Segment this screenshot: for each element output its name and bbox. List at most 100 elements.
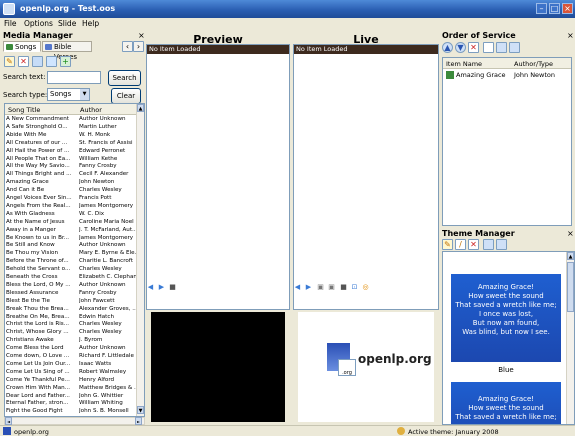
song-row[interactable]: All Creatures of our ... St. Francis of A… bbox=[5, 140, 138, 147]
order-of-service-close-icon[interactable]: × bbox=[567, 31, 574, 40]
live-theme-icon[interactable]: ▣ bbox=[327, 283, 336, 292]
song-row[interactable]: Abide With Me W. H. Monk bbox=[5, 132, 138, 139]
song-row[interactable]: Be Known to us in Br... James Montgomery bbox=[5, 235, 138, 242]
preview-go-live-icon[interactable]: ■ bbox=[168, 283, 177, 292]
song-row[interactable]: All the Way My Savio... Fanny Crosby bbox=[5, 163, 138, 170]
move-down-icon[interactable]: ▼ bbox=[455, 42, 466, 53]
song-row[interactable]: A New Commandment Author Unknown bbox=[5, 116, 138, 123]
save-service-icon[interactable] bbox=[509, 42, 520, 53]
song-row[interactable]: Behold the Servant o... Charles Wesley bbox=[5, 266, 138, 273]
order-of-service-list[interactable]: Item Name Author/Type Amazing Grace John… bbox=[442, 57, 572, 226]
song-row[interactable]: Amazing Grace John Newton bbox=[5, 179, 138, 186]
song-row[interactable]: All People That on Ea... William Kethe bbox=[5, 156, 138, 163]
service-item-author[interactable]: John Newton bbox=[514, 71, 555, 79]
tab-scroll-left-icon[interactable]: ‹ bbox=[122, 41, 133, 52]
move-up-icon[interactable]: ▲ bbox=[442, 42, 453, 53]
song-row[interactable]: Breathe On Me, Brea... Edwin Hatch bbox=[5, 314, 138, 321]
song-row[interactable]: And Can it Be Charles Wesley bbox=[5, 187, 138, 194]
column-author[interactable]: Author bbox=[80, 106, 102, 114]
column-item-name[interactable]: Item Name bbox=[446, 60, 482, 68]
song-row[interactable]: Blessed Assurance Fanny Crosby bbox=[5, 290, 138, 297]
export-theme-icon[interactable] bbox=[496, 239, 507, 250]
column-author-type[interactable]: Author/Type bbox=[514, 60, 553, 68]
theme-list[interactable]: Amazing Grace! How sweet the sound That … bbox=[442, 251, 575, 425]
song-row[interactable]: Come down, O Love ... Richard F. Littleda… bbox=[5, 353, 138, 360]
song-row[interactable]: Before the Throne of... Charitie L. Bancr… bbox=[5, 258, 138, 265]
song-row[interactable]: Crown Him With Man... Matthew Bridges & .… bbox=[5, 385, 138, 392]
minimize-button[interactable]: – bbox=[536, 3, 547, 14]
song-row[interactable]: A Safe Stronghold O... Martin Luther bbox=[5, 124, 138, 131]
song-row[interactable]: At the Name of Jesus Caroline Maria Noel bbox=[5, 219, 138, 226]
search-button[interactable]: Search bbox=[108, 70, 141, 86]
song-row[interactable]: Come Bless the Lord Author Unknown bbox=[5, 345, 138, 352]
preview-item[interactable]: No Item Loaded bbox=[147, 45, 289, 54]
theme-list-scrollbar[interactable]: ▲ bbox=[566, 252, 574, 424]
new-song-icon[interactable]: ✎ bbox=[4, 56, 15, 67]
clear-button[interactable]: Clear bbox=[111, 88, 141, 104]
menu-slide[interactable]: Slide bbox=[58, 19, 76, 28]
song-row[interactable]: Christians Awake J. Byrom bbox=[5, 337, 138, 344]
delete-theme-icon[interactable]: ✕ bbox=[468, 239, 479, 250]
open-service-icon[interactable] bbox=[496, 42, 507, 53]
theme-scroll-thumb[interactable] bbox=[567, 262, 574, 312]
column-song-title[interactable]: Song Title bbox=[8, 106, 40, 114]
live-prev-icon[interactable]: ◀ bbox=[293, 283, 302, 292]
song-row[interactable]: Come Let Us Join Our... Isaac Watts bbox=[5, 361, 138, 368]
song-row[interactable]: As With Gladness W. C. Dix bbox=[5, 211, 138, 218]
add-to-service-icon[interactable]: + bbox=[60, 56, 71, 67]
song-row[interactable]: Eternal Father, stron... William Whiting bbox=[5, 400, 138, 407]
preview-song-icon[interactable] bbox=[32, 56, 43, 67]
song-row[interactable]: Dear Lord and Father... John G. Whittier bbox=[5, 393, 138, 400]
song-row[interactable]: All Things Bright and ... Cecil F. Alexan… bbox=[5, 171, 138, 178]
song-row[interactable]: Christ, Whose Glory ... Charles Wesley bbox=[5, 329, 138, 336]
theme-scroll-up-icon[interactable]: ▲ bbox=[567, 252, 574, 260]
tab-bible-verses[interactable]: Bible Verses bbox=[42, 41, 92, 61]
scroll-left-icon[interactable]: ◄ bbox=[5, 417, 12, 425]
media-manager-close-icon[interactable]: × bbox=[138, 31, 145, 40]
theme-thumbnail-january[interactable]: Amazing Grace! How sweet the sound That … bbox=[451, 382, 561, 424]
menu-options[interactable]: Options bbox=[24, 19, 53, 28]
preview-next-icon[interactable]: ▶ bbox=[157, 283, 166, 292]
delete-song-icon[interactable]: ✕ bbox=[18, 56, 29, 67]
song-row[interactable]: Angels From the Real... James Montgomery bbox=[5, 203, 138, 210]
song-row[interactable]: Away in a Manger J. T. McFarland, Aut... bbox=[5, 227, 138, 234]
song-row[interactable]: Come Let Us Sing of ... Robert Walmsley bbox=[5, 369, 138, 376]
preview-prev-icon[interactable]: ◀ bbox=[146, 283, 155, 292]
live-settings-icon[interactable]: ◎ bbox=[361, 283, 370, 292]
live-item[interactable]: No Item Loaded bbox=[294, 45, 438, 54]
song-row[interactable]: Be Still and Know Author Unknown bbox=[5, 242, 138, 249]
close-button[interactable]: × bbox=[562, 3, 573, 14]
new-theme-icon[interactable]: ✎ bbox=[442, 239, 453, 250]
song-row[interactable]: Blest Be the Tie John Fawcett bbox=[5, 298, 138, 305]
chevron-down-icon[interactable]: ▼ bbox=[80, 89, 89, 100]
menu-file[interactable]: File bbox=[4, 19, 17, 28]
scroll-down-icon[interactable]: ▼ bbox=[137, 406, 144, 414]
search-input[interactable] bbox=[47, 71, 101, 84]
delete-item-icon[interactable]: ✕ bbox=[468, 42, 479, 53]
live-loop-icon[interactable]: ⊡ bbox=[350, 283, 359, 292]
edit-theme-icon[interactable]: / bbox=[455, 239, 466, 250]
song-list[interactable]: Song Title Author A New Commandment Autho… bbox=[4, 103, 145, 417]
tab-scroll-right-icon[interactable]: › bbox=[133, 41, 144, 52]
song-row[interactable]: Bless the Lord, O My ... Author Unknown bbox=[5, 282, 138, 289]
song-row[interactable]: Fight the Good Fight John S. B. Monsell bbox=[5, 408, 138, 415]
preview-slide-list[interactable]: No Item Loaded bbox=[146, 44, 290, 310]
live-next-icon[interactable]: ▶ bbox=[304, 283, 313, 292]
tab-songs[interactable]: Songs bbox=[3, 41, 41, 52]
import-theme-icon[interactable] bbox=[483, 239, 494, 250]
song-row[interactable]: Be Thou my Vision Mary E. Byrne & Ele... bbox=[5, 250, 138, 257]
song-row[interactable]: Come Ye Thankful Pe... Henry Alford bbox=[5, 377, 138, 384]
song-row[interactable]: Angel Voices Ever Sin... Francis Pott bbox=[5, 195, 138, 202]
scroll-up-icon[interactable]: ▲ bbox=[137, 104, 144, 112]
theme-manager-close-icon[interactable]: × bbox=[567, 229, 574, 238]
live-slide-list[interactable]: No Item Loaded bbox=[293, 44, 439, 310]
song-row[interactable]: Beneath the Cross Elizabeth C. Clephane bbox=[5, 274, 138, 281]
live-hide-icon[interactable]: ■ bbox=[339, 283, 348, 292]
live-blank-icon[interactable]: ▣ bbox=[316, 283, 325, 292]
song-list-hscrollbar[interactable]: ◄ ► bbox=[4, 417, 145, 425]
service-item-name[interactable]: Amazing Grace bbox=[456, 71, 506, 79]
theme-thumbnail-blue[interactable]: Amazing Grace! How sweet the sound That … bbox=[451, 274, 561, 362]
song-row[interactable]: All Hail the Power of ... Edward Perronet bbox=[5, 148, 138, 155]
menu-help[interactable]: Help bbox=[82, 19, 99, 28]
song-row[interactable]: Christ the Lord is Ris... Charles Wesley bbox=[5, 321, 138, 328]
